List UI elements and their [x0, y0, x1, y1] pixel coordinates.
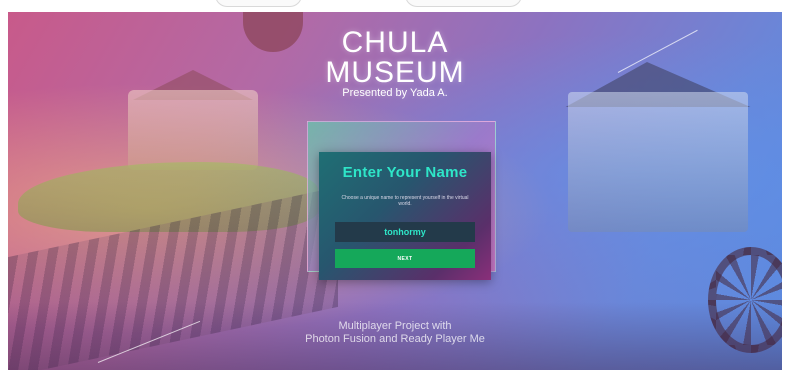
museum-title: CHULA MUSEUM Presented by Yada A.: [0, 28, 790, 100]
player-name-input[interactable]: [335, 222, 475, 242]
title-line-2: MUSEUM: [325, 56, 465, 89]
credits-line-1: Multiplayer Project with: [338, 320, 452, 332]
name-entry-dialog: Enter Your Name Choose a unique name to …: [319, 152, 491, 280]
credits-line-2: Photon Fusion and Ready Player Me: [305, 333, 485, 345]
title-line-1: CHULA: [341, 26, 449, 59]
app-window: CHULA MUSEUM Presented by Yada A. Enter …: [0, 0, 790, 374]
dialog-heading: Enter Your Name: [342, 164, 468, 181]
decorative-shape: [215, 0, 302, 7]
top-decoration-strip: [0, 0, 790, 12]
title-subtitle: Presented by Yada A.: [342, 87, 448, 99]
decorative-shape: [405, 0, 522, 7]
left-house: [128, 90, 258, 170]
next-button[interactable]: NEXT: [335, 249, 475, 268]
dialog-help-text: Choose a unique name to represent yourse…: [341, 195, 469, 207]
project-credits: Multiplayer Project with Photon Fusion a…: [0, 320, 790, 346]
right-house: [568, 92, 748, 232]
